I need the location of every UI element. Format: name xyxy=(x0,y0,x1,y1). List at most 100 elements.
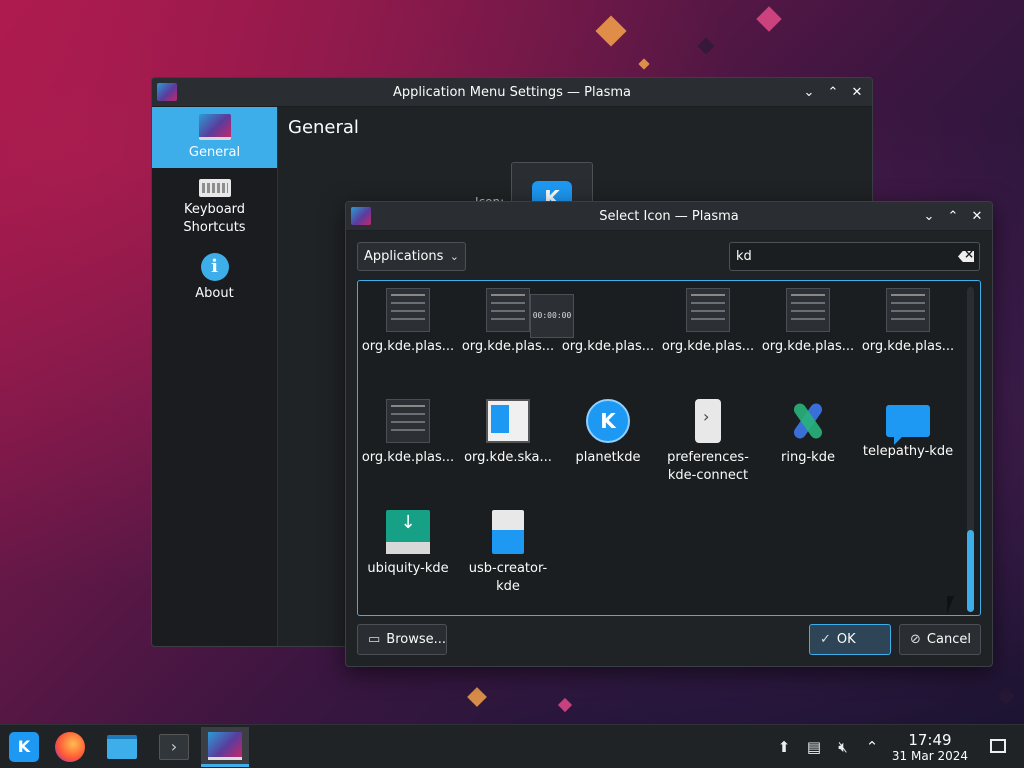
chat-bubble-icon xyxy=(886,405,930,445)
icon-label: telepathy-kde xyxy=(862,444,954,459)
maximize-icon[interactable]: ⌃ xyxy=(824,84,842,102)
install-icon xyxy=(386,510,430,554)
close-icon[interactable]: ✕ xyxy=(848,84,866,102)
dialog-title: Select Icon — Plasma xyxy=(599,208,739,224)
vertical-scrollbar[interactable] xyxy=(967,287,974,612)
expand-tray-icon[interactable]: ⌃ xyxy=(862,737,882,757)
sidebar-item-keyboard-shortcuts[interactable]: Keyboard Shortcuts xyxy=(152,168,277,248)
clock-time: 17:49 xyxy=(908,731,952,749)
close-icon[interactable]: ✕ xyxy=(968,208,986,226)
wallpaper-shape xyxy=(638,58,650,70)
phone-icon xyxy=(695,399,721,443)
wallpaper-shape xyxy=(557,697,573,713)
icon-grid-item[interactable]: org.kde.plas... xyxy=(858,288,958,356)
applet-preview-icon xyxy=(886,288,930,332)
taskbar: K › ⬆ ▤ 🔇︎ ⌃ 17:49 31 Mar 2024 xyxy=(0,724,1024,768)
settings-sidebar: General Keyboard Shortcuts i About xyxy=(152,107,278,646)
digital-clock[interactable]: 17:49 31 Mar 2024 xyxy=(892,731,968,764)
app-icon xyxy=(351,207,371,225)
icon-label: ubiquity-kde xyxy=(367,561,449,576)
search-field[interactable] xyxy=(729,242,980,271)
icon-grid-item[interactable]: org.kde.plas... xyxy=(358,288,458,356)
ring-icon xyxy=(786,399,830,443)
show-desktop-icon[interactable] xyxy=(990,739,1006,753)
icon-grid-item[interactable]: ubiquity-kde xyxy=(358,510,458,578)
icon-label: org.kde.plas... xyxy=(561,339,655,354)
category-select[interactable]: Applications ⌄ xyxy=(357,242,466,271)
scrollbar-thumb[interactable] xyxy=(967,530,974,612)
applet-preview-icon xyxy=(386,288,430,332)
clock-date: 31 Mar 2024 xyxy=(891,749,968,763)
icon-grid[interactable]: org.kde.plas... org.kde.plas... org.kde.pl… xyxy=(357,280,981,616)
maximize-icon[interactable]: ⌃ xyxy=(944,208,962,226)
clear-text-icon[interactable] xyxy=(958,251,974,262)
icon-grid-item[interactable]: org.kde.plas... xyxy=(758,288,858,356)
select-icon-dialog: Select Icon — Plasma ⌄ ⌃ ✕ Applications … xyxy=(345,201,993,667)
icon-label: org.kde.plas... xyxy=(761,339,855,354)
icon-grid-item[interactable]: preferences- kde-connect xyxy=(658,399,758,485)
applet-preview-icon xyxy=(786,288,830,332)
wallpaper-shape xyxy=(756,6,782,32)
usb-icon xyxy=(492,510,524,554)
files-task[interactable] xyxy=(98,727,146,767)
wallpaper-shape xyxy=(997,687,1015,705)
application-launcher[interactable]: K xyxy=(0,727,48,767)
window-titlebar[interactable]: Application Menu Settings — Plasma ⌄ ⌃ ✕ xyxy=(152,78,872,107)
browse-label: Browse... xyxy=(386,632,447,647)
cancel-label: Cancel xyxy=(926,632,971,647)
kde-logo-icon: K xyxy=(9,732,39,762)
updates-icon[interactable]: ⬆ xyxy=(774,737,794,757)
sidebar-item-about[interactable]: i About xyxy=(152,248,277,308)
dialog-titlebar[interactable]: Select Icon — Plasma ⌄ ⌃ ✕ xyxy=(346,202,992,231)
chevron-down-icon: ⌄ xyxy=(449,250,459,263)
icon-label: org.kde.plas... xyxy=(861,339,955,354)
app-icon xyxy=(157,83,177,101)
firefox-task[interactable] xyxy=(46,727,94,767)
volume-muted-icon[interactable]: 🔇︎ xyxy=(833,737,853,757)
wallpaper-shape xyxy=(595,15,627,47)
info-icon: i xyxy=(200,253,229,281)
category-value: Applications xyxy=(364,249,444,264)
applet-preview-icon xyxy=(386,399,430,443)
minimize-icon[interactable]: ⌄ xyxy=(920,208,938,226)
icon-label: org.kde.ska... xyxy=(464,450,552,465)
icon-grid-item[interactable]: usb-creator- kde xyxy=(458,510,558,596)
icon-grid-item[interactable]: org.kde.plas... xyxy=(530,288,658,356)
icon-label: org.kde.plas... xyxy=(361,339,455,354)
icon-grid-item[interactable]: telepathy-kde xyxy=(858,399,958,461)
ok-button[interactable]: ✓ OK xyxy=(809,624,891,655)
icon-grid-item[interactable]: ring-kde xyxy=(758,399,858,467)
timer-preview-icon xyxy=(530,294,574,338)
applet-preview-icon xyxy=(686,288,730,332)
keyboard-icon xyxy=(198,179,231,197)
app-menu-settings-task[interactable] xyxy=(201,727,249,767)
clipboard-icon[interactable]: ▤ xyxy=(804,737,824,757)
window-icon xyxy=(486,399,530,443)
sidebar-item-label: General xyxy=(188,144,241,160)
sidebar-item-label: Keyboard Shortcuts xyxy=(183,202,246,235)
search-input[interactable] xyxy=(736,249,946,264)
app-menu-icon xyxy=(208,731,242,760)
icon-label: planetkde xyxy=(575,450,641,465)
app-menu-icon xyxy=(198,113,231,140)
minimize-icon[interactable]: ⌄ xyxy=(800,84,818,102)
icon-label: usb-creator- kde xyxy=(468,561,548,594)
firefox-icon xyxy=(55,732,85,762)
browse-button[interactable]: ▭ Browse... xyxy=(357,624,447,655)
dialog-toolbar: Applications ⌄ xyxy=(346,231,992,281)
icon-grid-item[interactable]: org.kde.plas... xyxy=(358,399,458,467)
check-icon: ✓ xyxy=(820,632,831,647)
cancel-icon: ⊘ xyxy=(910,632,921,647)
icon-label: org.kde.plas... xyxy=(661,339,755,354)
icon-label: org.kde.plas... xyxy=(461,339,555,354)
sidebar-item-general[interactable]: General xyxy=(152,107,277,168)
terminal-task[interactable]: › xyxy=(150,727,198,767)
icon-label: preferences- kde-connect xyxy=(667,450,749,483)
cancel-button[interactable]: ⊘ Cancel xyxy=(899,624,981,655)
icon-grid-item[interactable]: Kplanetkde xyxy=(558,399,658,467)
icon-grid-item[interactable]: org.kde.plas... xyxy=(658,288,758,356)
window-title: Application Menu Settings — Plasma xyxy=(393,84,631,100)
sidebar-item-label: About xyxy=(195,286,234,301)
icon-grid-item[interactable]: org.kde.ska... xyxy=(458,399,558,467)
ok-label: OK xyxy=(836,632,856,647)
